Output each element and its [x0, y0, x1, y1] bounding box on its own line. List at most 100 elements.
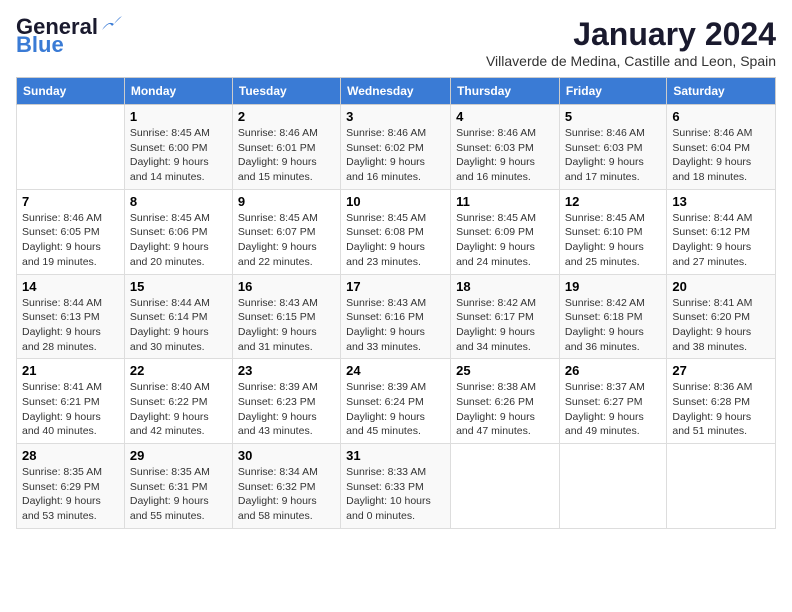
- day-number: 7: [22, 194, 119, 209]
- calendar-cell: 11 Sunrise: 8:45 AM Sunset: 6:09 PM Dayli…: [451, 189, 560, 274]
- day-number: 30: [238, 448, 335, 463]
- calendar-header-row: SundayMondayTuesdayWednesdayThursdayFrid…: [17, 78, 776, 105]
- day-info: Sunrise: 8:46 AM Sunset: 6:01 PM Dayligh…: [238, 126, 335, 185]
- calendar-week-row: 21Sunrise: 8:41 AM Sunset: 6:21 PM Dayli…: [17, 359, 776, 444]
- day-info: Sunrise: 8:39 AM Sunset: 6:23 PM Dayligh…: [238, 380, 335, 439]
- day-number: 27: [672, 363, 770, 378]
- day-number: 16: [238, 279, 335, 294]
- calendar-cell: 30Sunrise: 8:34 AM Sunset: 6:32 PM Dayli…: [232, 444, 340, 529]
- calendar-cell: 2 Sunrise: 8:46 AM Sunset: 6:01 PM Daylig…: [232, 105, 340, 190]
- day-info: Sunrise: 8:43 AM Sunset: 6:15 PM Dayligh…: [238, 296, 335, 355]
- calendar-cell: 27 Sunrise: 8:36 AM Sunset: 6:28 PM Dayli…: [667, 359, 776, 444]
- calendar-cell: 1 Sunrise: 8:45 AM Sunset: 6:00 PM Daylig…: [124, 105, 232, 190]
- day-number: 14: [22, 279, 119, 294]
- day-info: Sunrise: 8:42 AM Sunset: 6:18 PM Dayligh…: [565, 296, 661, 355]
- day-number: 25: [456, 363, 554, 378]
- day-info: Sunrise: 8:35 AM Sunset: 6:29 PM Dayligh…: [22, 465, 119, 524]
- calendar-cell: 21Sunrise: 8:41 AM Sunset: 6:21 PM Dayli…: [17, 359, 125, 444]
- calendar-cell: 20 Sunrise: 8:41 AM Sunset: 6:20 PM Dayli…: [667, 274, 776, 359]
- calendar-table: SundayMondayTuesdayWednesdayThursdayFrid…: [16, 77, 776, 529]
- day-number: 4: [456, 109, 554, 124]
- calendar-week-row: 7 Sunrise: 8:46 AM Sunset: 6:05 PM Daylig…: [17, 189, 776, 274]
- day-number: 13: [672, 194, 770, 209]
- day-number: 11: [456, 194, 554, 209]
- day-number: 10: [346, 194, 445, 209]
- day-number: 21: [22, 363, 119, 378]
- calendar-cell: 23 Sunrise: 8:39 AM Sunset: 6:23 PM Dayli…: [232, 359, 340, 444]
- day-info: Sunrise: 8:33 AM Sunset: 6:33 PM Dayligh…: [346, 465, 445, 524]
- day-number: 28: [22, 448, 119, 463]
- day-number: 9: [238, 194, 335, 209]
- calendar-cell: 22Sunrise: 8:40 AM Sunset: 6:22 PM Dayli…: [124, 359, 232, 444]
- day-info: Sunrise: 8:46 AM Sunset: 6:04 PM Dayligh…: [672, 126, 770, 185]
- day-number: 15: [130, 279, 227, 294]
- day-number: 19: [565, 279, 661, 294]
- calendar-cell: [559, 444, 666, 529]
- day-number: 31: [346, 448, 445, 463]
- header-wednesday: Wednesday: [341, 78, 451, 105]
- day-info: Sunrise: 8:45 AM Sunset: 6:00 PM Dayligh…: [130, 126, 227, 185]
- calendar-cell: 24 Sunrise: 8:39 AM Sunset: 6:24 PM Dayli…: [341, 359, 451, 444]
- day-number: 26: [565, 363, 661, 378]
- day-info: Sunrise: 8:35 AM Sunset: 6:31 PM Dayligh…: [130, 465, 227, 524]
- day-number: 3: [346, 109, 445, 124]
- day-info: Sunrise: 8:41 AM Sunset: 6:20 PM Dayligh…: [672, 296, 770, 355]
- calendar-cell: [451, 444, 560, 529]
- day-number: 6: [672, 109, 770, 124]
- calendar-cell: 6 Sunrise: 8:46 AM Sunset: 6:04 PM Daylig…: [667, 105, 776, 190]
- calendar-cell: 18Sunrise: 8:42 AM Sunset: 6:17 PM Dayli…: [451, 274, 560, 359]
- calendar-cell: 13 Sunrise: 8:44 AM Sunset: 6:12 PM Dayli…: [667, 189, 776, 274]
- calendar-week-row: 28 Sunrise: 8:35 AM Sunset: 6:29 PM Dayli…: [17, 444, 776, 529]
- header-thursday: Thursday: [451, 78, 560, 105]
- day-info: Sunrise: 8:44 AM Sunset: 6:12 PM Dayligh…: [672, 211, 770, 270]
- calendar-cell: 28 Sunrise: 8:35 AM Sunset: 6:29 PM Dayli…: [17, 444, 125, 529]
- logo: General Blue: [16, 16, 122, 56]
- month-title: January 2024: [486, 16, 776, 53]
- day-info: Sunrise: 8:39 AM Sunset: 6:24 PM Dayligh…: [346, 380, 445, 439]
- day-number: 12: [565, 194, 661, 209]
- day-info: Sunrise: 8:44 AM Sunset: 6:13 PM Dayligh…: [22, 296, 119, 355]
- day-info: Sunrise: 8:46 AM Sunset: 6:03 PM Dayligh…: [456, 126, 554, 185]
- calendar-cell: 15Sunrise: 8:44 AM Sunset: 6:14 PM Dayli…: [124, 274, 232, 359]
- day-number: 17: [346, 279, 445, 294]
- day-number: 8: [130, 194, 227, 209]
- calendar-cell: 19 Sunrise: 8:42 AM Sunset: 6:18 PM Dayli…: [559, 274, 666, 359]
- header-tuesday: Tuesday: [232, 78, 340, 105]
- calendar-cell: 3Sunrise: 8:46 AM Sunset: 6:02 PM Daylig…: [341, 105, 451, 190]
- day-number: 23: [238, 363, 335, 378]
- calendar-cell: 4 Sunrise: 8:46 AM Sunset: 6:03 PM Daylig…: [451, 105, 560, 190]
- day-info: Sunrise: 8:38 AM Sunset: 6:26 PM Dayligh…: [456, 380, 554, 439]
- calendar-cell: 7 Sunrise: 8:46 AM Sunset: 6:05 PM Daylig…: [17, 189, 125, 274]
- day-info: Sunrise: 8:37 AM Sunset: 6:27 PM Dayligh…: [565, 380, 661, 439]
- day-number: 18: [456, 279, 554, 294]
- calendar-cell: 9Sunrise: 8:45 AM Sunset: 6:07 PM Daylig…: [232, 189, 340, 274]
- day-info: Sunrise: 8:45 AM Sunset: 6:08 PM Dayligh…: [346, 211, 445, 270]
- calendar-cell: 8Sunrise: 8:45 AM Sunset: 6:06 PM Daylig…: [124, 189, 232, 274]
- calendar-cell: [17, 105, 125, 190]
- calendar-cell: [667, 444, 776, 529]
- day-number: 20: [672, 279, 770, 294]
- day-info: Sunrise: 8:45 AM Sunset: 6:10 PM Dayligh…: [565, 211, 661, 270]
- calendar-cell: 26 Sunrise: 8:37 AM Sunset: 6:27 PM Dayli…: [559, 359, 666, 444]
- day-info: Sunrise: 8:36 AM Sunset: 6:28 PM Dayligh…: [672, 380, 770, 439]
- day-number: 2: [238, 109, 335, 124]
- calendar-cell: 17Sunrise: 8:43 AM Sunset: 6:16 PM Dayli…: [341, 274, 451, 359]
- logo-blue-text: Blue: [16, 34, 64, 56]
- header-sunday: Sunday: [17, 78, 125, 105]
- calendar-cell: 10 Sunrise: 8:45 AM Sunset: 6:08 PM Dayli…: [341, 189, 451, 274]
- day-number: 1: [130, 109, 227, 124]
- day-info: Sunrise: 8:46 AM Sunset: 6:03 PM Dayligh…: [565, 126, 661, 185]
- calendar-cell: 25 Sunrise: 8:38 AM Sunset: 6:26 PM Dayli…: [451, 359, 560, 444]
- day-number: 22: [130, 363, 227, 378]
- day-info: Sunrise: 8:45 AM Sunset: 6:09 PM Dayligh…: [456, 211, 554, 270]
- day-number: 24: [346, 363, 445, 378]
- page-header: General Blue January 2024 Villaverde de …: [16, 16, 776, 69]
- logo-bird-icon: [100, 16, 122, 34]
- header-friday: Friday: [559, 78, 666, 105]
- day-info: Sunrise: 8:46 AM Sunset: 6:05 PM Dayligh…: [22, 211, 119, 270]
- calendar-week-row: 1 Sunrise: 8:45 AM Sunset: 6:00 PM Daylig…: [17, 105, 776, 190]
- calendar-cell: 14 Sunrise: 8:44 AM Sunset: 6:13 PM Dayli…: [17, 274, 125, 359]
- calendar-cell: 31 Sunrise: 8:33 AM Sunset: 6:33 PM Dayli…: [341, 444, 451, 529]
- title-block: January 2024 Villaverde de Medina, Casti…: [486, 16, 776, 69]
- day-number: 29: [130, 448, 227, 463]
